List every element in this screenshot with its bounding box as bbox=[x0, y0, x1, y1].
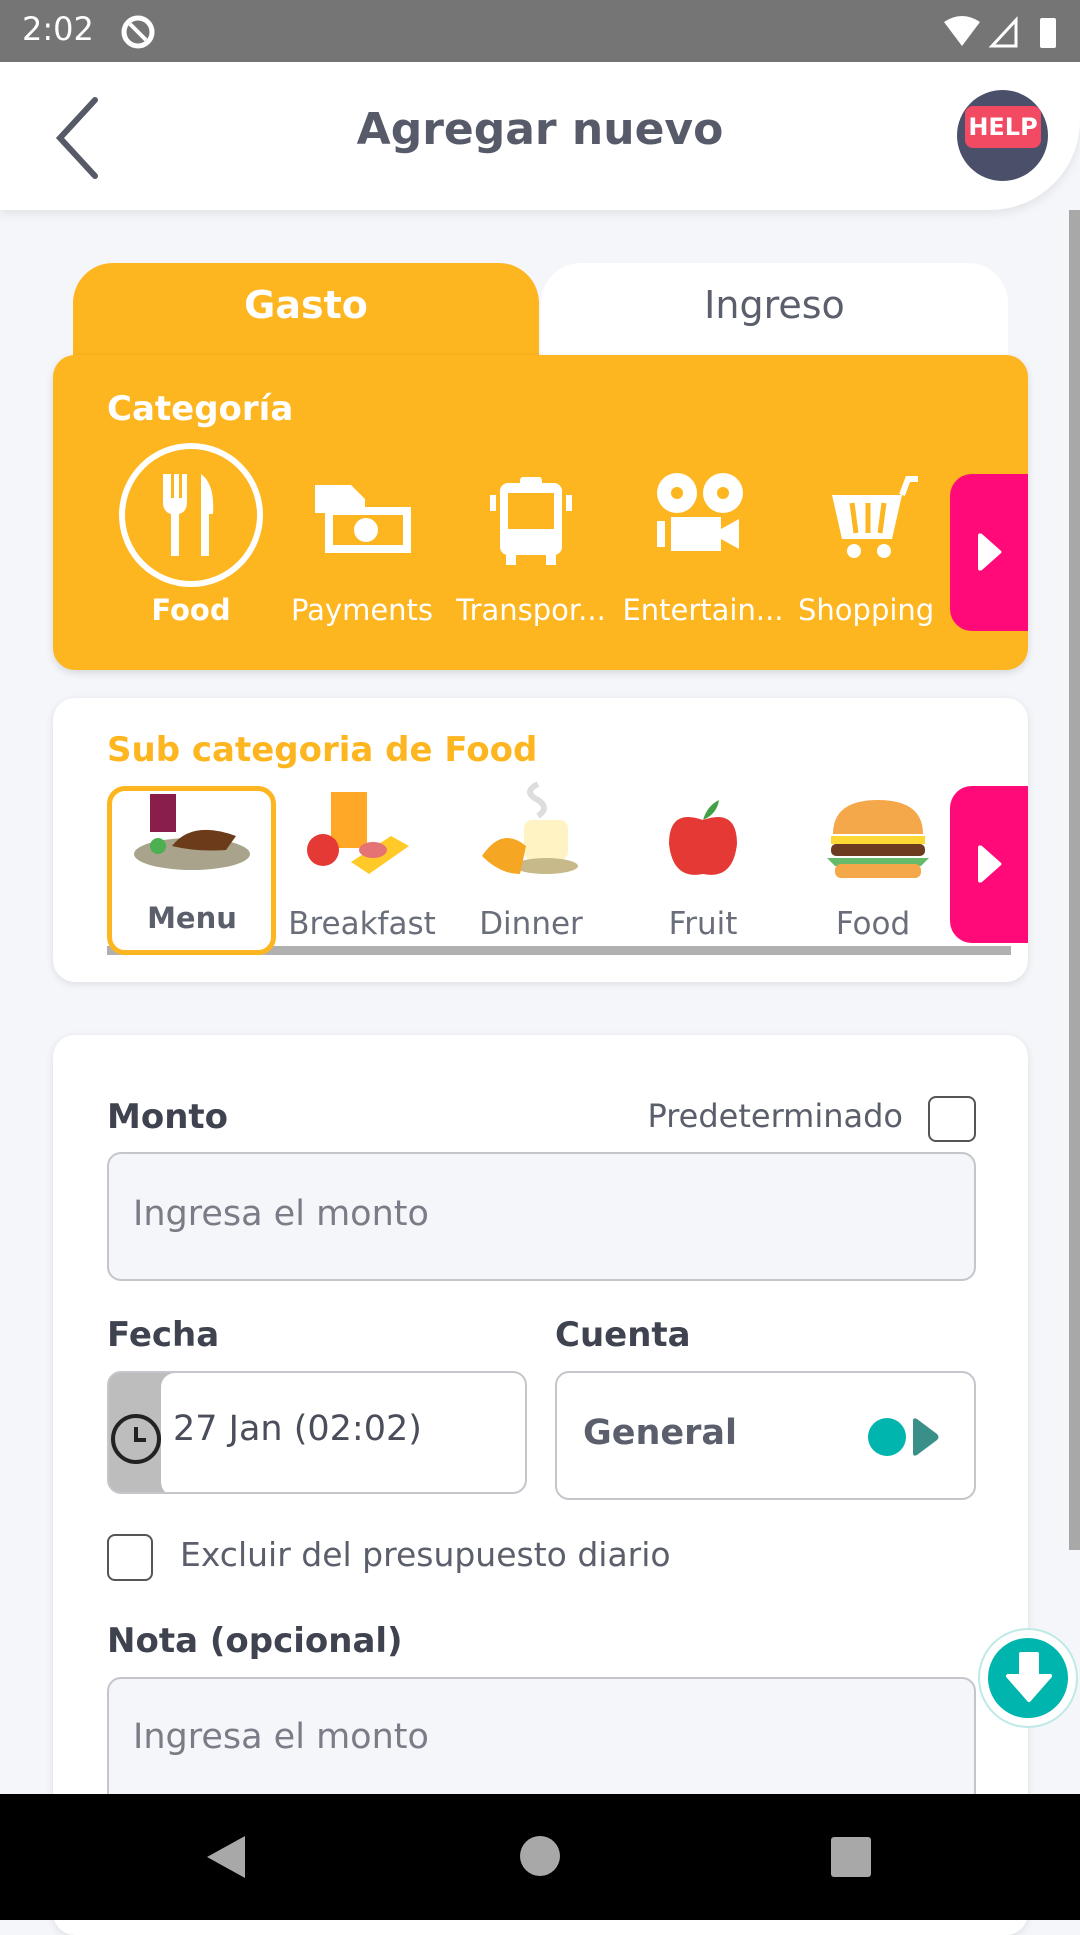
date-value: 27 Jan (02:02) bbox=[173, 1409, 422, 1449]
film-camera-icon bbox=[657, 473, 743, 551]
exclude-checkbox[interactable] bbox=[107, 1534, 153, 1581]
food-burger-icon bbox=[827, 800, 929, 878]
scroll-down-button[interactable] bbox=[978, 1628, 1078, 1728]
status-time: 2:02 bbox=[22, 10, 94, 48]
page-title: Agregar nuevo bbox=[356, 104, 724, 155]
account-value: General bbox=[583, 1413, 737, 1453]
clock-icon bbox=[111, 1414, 161, 1464]
arrow-right-icon bbox=[978, 533, 1002, 571]
exclude-label: Excluir del presupuesto diario bbox=[180, 1535, 671, 1574]
category-next-button[interactable] bbox=[950, 474, 1028, 631]
category-entertainment[interactable]: Entertain... bbox=[618, 593, 788, 627]
page-scrollbar[interactable] bbox=[1069, 210, 1080, 1550]
breakfast-icon bbox=[307, 792, 409, 874]
dinner-coffee-icon bbox=[482, 781, 578, 874]
subcategory-title: Sub categoria de Food bbox=[107, 730, 538, 770]
category-food[interactable]: Food bbox=[106, 593, 276, 627]
fruit-apple-icon bbox=[669, 800, 737, 875]
subcategory-dinner[interactable]: Dinner bbox=[446, 906, 616, 942]
help-label: HELP bbox=[965, 106, 1041, 148]
account-select[interactable]: General bbox=[555, 1371, 976, 1500]
tab-gasto[interactable]: Gasto bbox=[73, 263, 539, 363]
nav-recents-icon[interactable] bbox=[830, 1836, 872, 1878]
subcategory-fruit[interactable]: Fruit bbox=[618, 906, 788, 942]
account-label: Cuenta bbox=[555, 1315, 691, 1355]
system-icons bbox=[944, 16, 1056, 48]
category-card: Categoría Food Payments Transpor... Ente… bbox=[53, 355, 1028, 670]
notification-icon bbox=[121, 15, 155, 49]
note-placeholder: Ingresa el monto bbox=[133, 1717, 429, 1757]
signal-icon bbox=[988, 16, 1018, 48]
category-transport[interactable]: Transpor... bbox=[446, 593, 616, 627]
subcategory-food[interactable]: Food bbox=[788, 906, 958, 942]
category-title: Categoría bbox=[107, 389, 294, 429]
arrow-down-icon bbox=[1006, 1652, 1052, 1702]
arrow-right-icon bbox=[978, 845, 1002, 883]
subcategory-breakfast[interactable]: Breakfast bbox=[277, 906, 447, 942]
amount-input[interactable]: Ingresa el monto bbox=[107, 1152, 976, 1281]
cart-icon bbox=[832, 476, 918, 558]
bus-icon bbox=[490, 477, 572, 565]
app-header: Agregar nuevo HELP bbox=[0, 62, 1080, 210]
subcategory-menu[interactable]: Menu bbox=[107, 901, 277, 935]
subcategory-next-button[interactable] bbox=[950, 786, 1028, 943]
tab-ingreso[interactable]: Ingreso bbox=[541, 263, 1008, 355]
fork-knife-icon bbox=[163, 474, 214, 556]
subcategory-card: Sub categoria de Food Menu Breakfast Din… bbox=[53, 698, 1028, 982]
battery-icon bbox=[1040, 18, 1056, 48]
account-toggle-icon bbox=[868, 1418, 939, 1456]
nav-back-icon[interactable] bbox=[205, 1834, 249, 1880]
note-label: Nota (opcional) bbox=[107, 1621, 403, 1661]
help-button[interactable]: HELP bbox=[957, 90, 1048, 181]
date-label: Fecha bbox=[107, 1315, 220, 1355]
menu-plate-icon bbox=[134, 794, 250, 870]
default-checkbox[interactable] bbox=[928, 1096, 976, 1142]
status-bar: 2:02 bbox=[0, 0, 1080, 62]
category-shopping[interactable]: Shopping bbox=[788, 593, 950, 627]
nav-home-icon[interactable] bbox=[518, 1834, 562, 1878]
amount-label: Monto bbox=[107, 1097, 229, 1137]
amount-placeholder: Ingresa el monto bbox=[133, 1194, 429, 1234]
default-label: Predeterminado bbox=[647, 1097, 903, 1135]
category-payments[interactable]: Payments bbox=[277, 593, 447, 627]
date-picker[interactable]: 27 Jan (02:02) bbox=[107, 1371, 527, 1494]
wifi-icon bbox=[944, 16, 980, 46]
money-hand-icon bbox=[315, 485, 411, 553]
navigation-bar bbox=[0, 1794, 1080, 1920]
